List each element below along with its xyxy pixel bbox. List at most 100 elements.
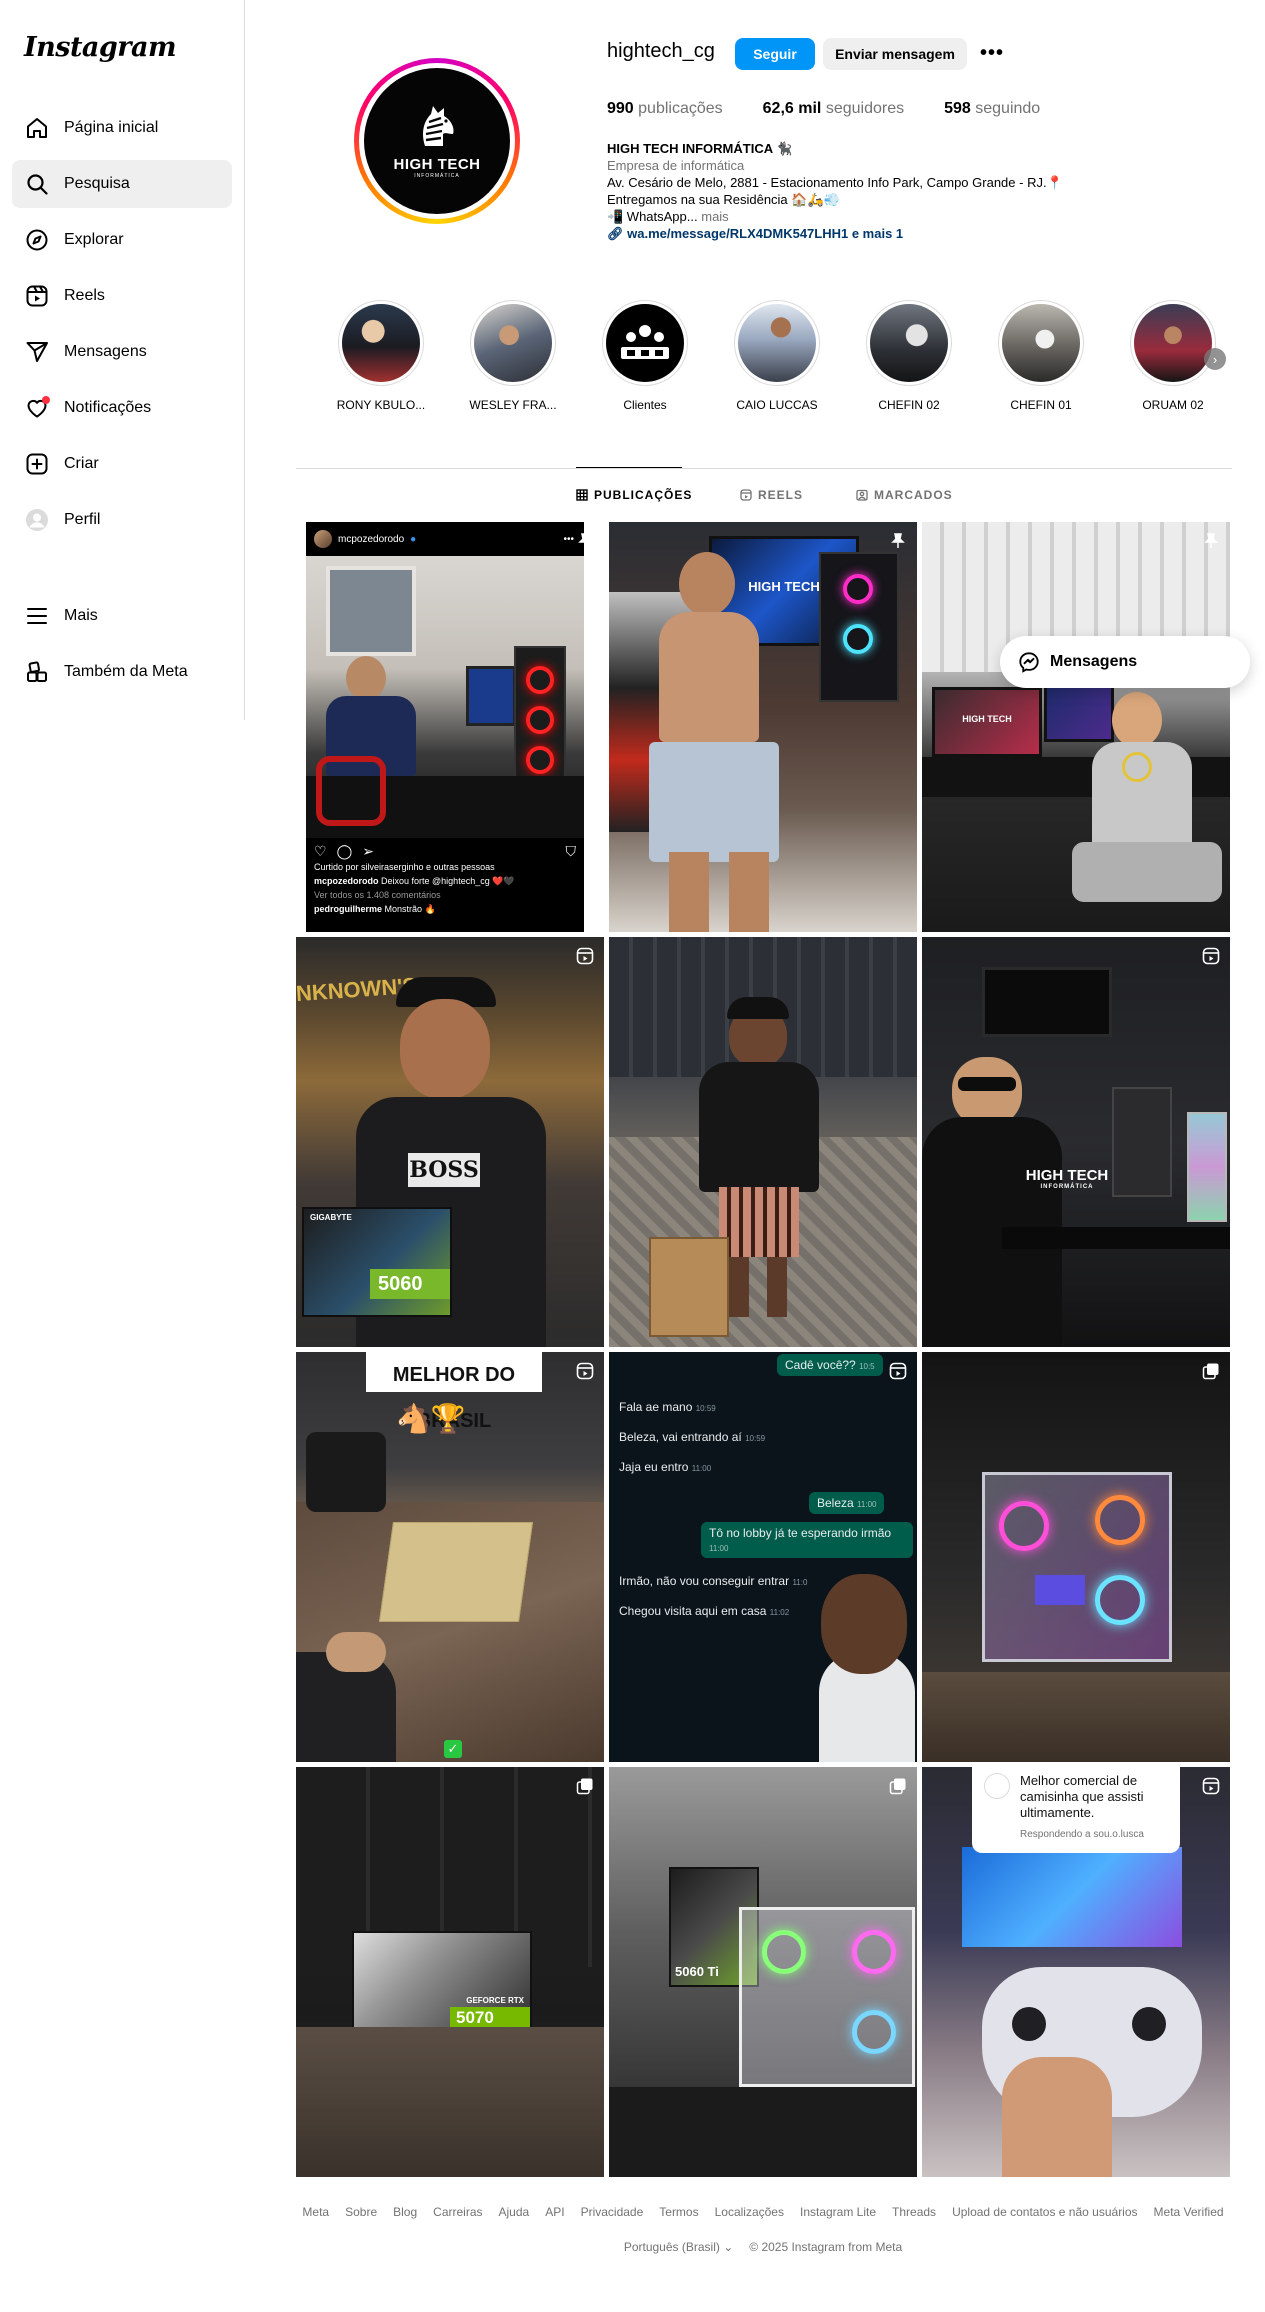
post-thumbnail[interactable]: MELHOR DO BRASIL 🐴🏆 ✓: [296, 1352, 604, 1762]
highlights-next-button[interactable]: ›: [1204, 348, 1226, 370]
footer-link[interactable]: Termos: [659, 2205, 698, 2219]
monitor-image: [1112, 1087, 1172, 1197]
tab-tagged[interactable]: MARCADOS: [856, 488, 953, 502]
footer-link[interactable]: Localizações: [715, 2205, 784, 2219]
send-message-button[interactable]: Enviar mensagem: [823, 38, 967, 70]
sidebar-item-label: Notificações: [64, 399, 152, 416]
followers-count[interactable]: 62,6 mil seguidores: [763, 100, 904, 118]
highlight-item[interactable]: RONY KBULO...: [326, 300, 436, 412]
highlight-image: [1002, 304, 1080, 382]
meta-apps-icon: [24, 659, 50, 685]
bio-external-link[interactable]: 🔗︎ wa.me/message/RLX4DMK547LHH1 e mais 1: [607, 225, 1127, 242]
floating-messages-button[interactable]: Mensagens: [1000, 636, 1250, 688]
highlight-item[interactable]: CAIO LUCCAS: [722, 300, 832, 412]
posts-count[interactable]: 990 publicações: [607, 100, 723, 118]
language-selector[interactable]: Português (Brasil) ⌄: [624, 2240, 733, 2254]
verified-icon: ●: [410, 533, 417, 545]
highlight-item[interactable]: Clientes: [590, 300, 700, 412]
person-image: [400, 999, 490, 1099]
footer-link[interactable]: Ajuda: [499, 2205, 530, 2219]
sidebar-item-reels[interactable]: Reels: [12, 272, 232, 320]
highlight-image: [870, 304, 948, 382]
comment-icon: ◯: [336, 843, 353, 859]
chat-bubble-in: Beleza, vai entrando aí 10:59: [619, 1430, 766, 1444]
link-icon: 🔗︎: [607, 226, 624, 241]
post-thumbnail[interactable]: Melhor comercial de camisinha que assist…: [922, 1767, 1230, 2177]
bio-category: Empresa de informática: [607, 158, 745, 173]
post-thumbnail[interactable]: GEFORCE RTX 5070: [296, 1767, 604, 2177]
footer-link[interactable]: Threads: [892, 2205, 936, 2219]
instagram-logo[interactable]: Instagram: [24, 32, 177, 63]
footer-link[interactable]: Sobre: [345, 2205, 377, 2219]
shirt-logo: BOSS: [408, 1153, 480, 1187]
sidebar-item-label: Mensagens: [64, 343, 147, 360]
post-thumbnail[interactable]: NKNOWN'S BOSS GIGABYTE 5060: [296, 937, 604, 1347]
post-thumbnail[interactable]: mcpozedorodo ● ••• ♡ ◯ ➢ ⛉ Curtido por s…: [296, 522, 604, 932]
post-thumbnail[interactable]: Cadê você?? 10:5 Fala ae mano 10:59 Bele…: [609, 1352, 917, 1762]
sidebar-item-also-from-meta[interactable]: Também da Meta: [12, 648, 232, 696]
sidebar-item-more[interactable]: Mais: [12, 592, 232, 640]
carousel-icon: [576, 1778, 593, 1795]
following-count[interactable]: 598 seguindo: [944, 100, 1040, 118]
footer-link[interactable]: Meta: [302, 2205, 329, 2219]
sidebar-item-label: Pesquisa: [64, 175, 130, 192]
person-image: [1112, 692, 1162, 748]
more-options-icon[interactable]: •••: [980, 42, 1004, 65]
embedded-avatar: [314, 530, 332, 548]
highlight-label: RONY KBULO...: [336, 398, 426, 412]
footer-link[interactable]: Blog: [393, 2205, 417, 2219]
sidebar-item-explore[interactable]: Explorar: [12, 216, 232, 264]
highlight-item[interactable]: WESLEY FRA...: [458, 300, 568, 412]
footer-link[interactable]: Privacidade: [581, 2205, 644, 2219]
share-icon: ➢: [362, 843, 374, 859]
tagged-icon: [856, 489, 868, 501]
highlight-item[interactable]: CHEFIN 01: [986, 300, 1096, 412]
footer-link[interactable]: API: [545, 2205, 564, 2219]
footer-link[interactable]: Carreiras: [433, 2205, 482, 2219]
sidebar-item-search[interactable]: Pesquisa: [12, 160, 232, 208]
tabs-divider: [296, 468, 1232, 469]
profile-avatar[interactable]: HIGH TECH INFORMÁTICA: [354, 58, 520, 224]
post-thumbnail[interactable]: HIGH TECH: [609, 522, 917, 932]
sidebar-item-home[interactable]: Página inicial: [12, 104, 232, 152]
bio-line: 📲 WhatsApp...: [607, 209, 698, 224]
reel-badge-icon: [576, 947, 594, 965]
sidebar-item-notifications[interactable]: Notificações: [12, 384, 232, 432]
profile-username: hightech_cg: [607, 40, 715, 62]
gpu-box-image: GEFORCE RTX 5070: [352, 1931, 532, 2031]
post-thumbnail[interactable]: HIGH TECH: [922, 522, 1230, 932]
send-icon: [24, 339, 50, 365]
post-thumbnail[interactable]: HIGH TECH INFORMÁTICA: [922, 937, 1230, 1347]
post-thumbnail[interactable]: 5060 Ti: [609, 1767, 917, 2177]
gpu-box-image: GIGABYTE 5060: [302, 1207, 452, 1317]
footer-link[interactable]: Upload de contatos e não usuários: [952, 2205, 1137, 2219]
footer-link[interactable]: Meta Verified: [1154, 2205, 1224, 2219]
reel-badge-icon: [576, 1362, 594, 1380]
chat-bubble-in: Irmão, não vou conseguir entrar 11:0: [619, 1574, 808, 1588]
bio-more-link[interactable]: mais: [701, 209, 728, 224]
sidebar-item-create[interactable]: Criar: [12, 440, 232, 488]
sidebar-item-label: Página inicial: [64, 119, 159, 136]
embedded-comments-link: Ver todos os 1.408 comentários: [314, 890, 441, 900]
post-thumbnail[interactable]: [922, 1352, 1230, 1762]
reply-source: Respondendo a sou.o.lusca: [1020, 1829, 1144, 1840]
sidebar-item-label: Mais: [64, 607, 98, 624]
highlight-label: CAIO LUCCAS: [736, 398, 818, 412]
brand-logo-image: HIGH TECH INFORMÁTICA: [364, 68, 510, 214]
highlight-label: CHEFIN 01: [1010, 398, 1072, 412]
tv-image: [962, 1847, 1182, 1947]
follow-button[interactable]: Seguir: [735, 38, 815, 70]
box-image: [649, 1237, 729, 1337]
embedded-handle: mcpozedorodo: [338, 533, 405, 545]
post-thumbnail[interactable]: [609, 937, 917, 1347]
tab-reels[interactable]: REELS: [740, 488, 803, 502]
sidebar-item-profile[interactable]: Perfil: [12, 496, 232, 544]
sidebar-item-messages[interactable]: Mensagens: [12, 328, 232, 376]
footer-link[interactable]: Instagram Lite: [800, 2205, 876, 2219]
highlight-item[interactable]: CHEFIN 02: [854, 300, 964, 412]
avatar-icon: [24, 507, 50, 533]
search-icon: [24, 171, 50, 197]
reels-icon: [24, 283, 50, 309]
tab-posts[interactable]: PUBLICAÇÕES: [576, 488, 692, 502]
sidebar: Instagram Página inicial Pesquisa Explor…: [0, 0, 245, 720]
